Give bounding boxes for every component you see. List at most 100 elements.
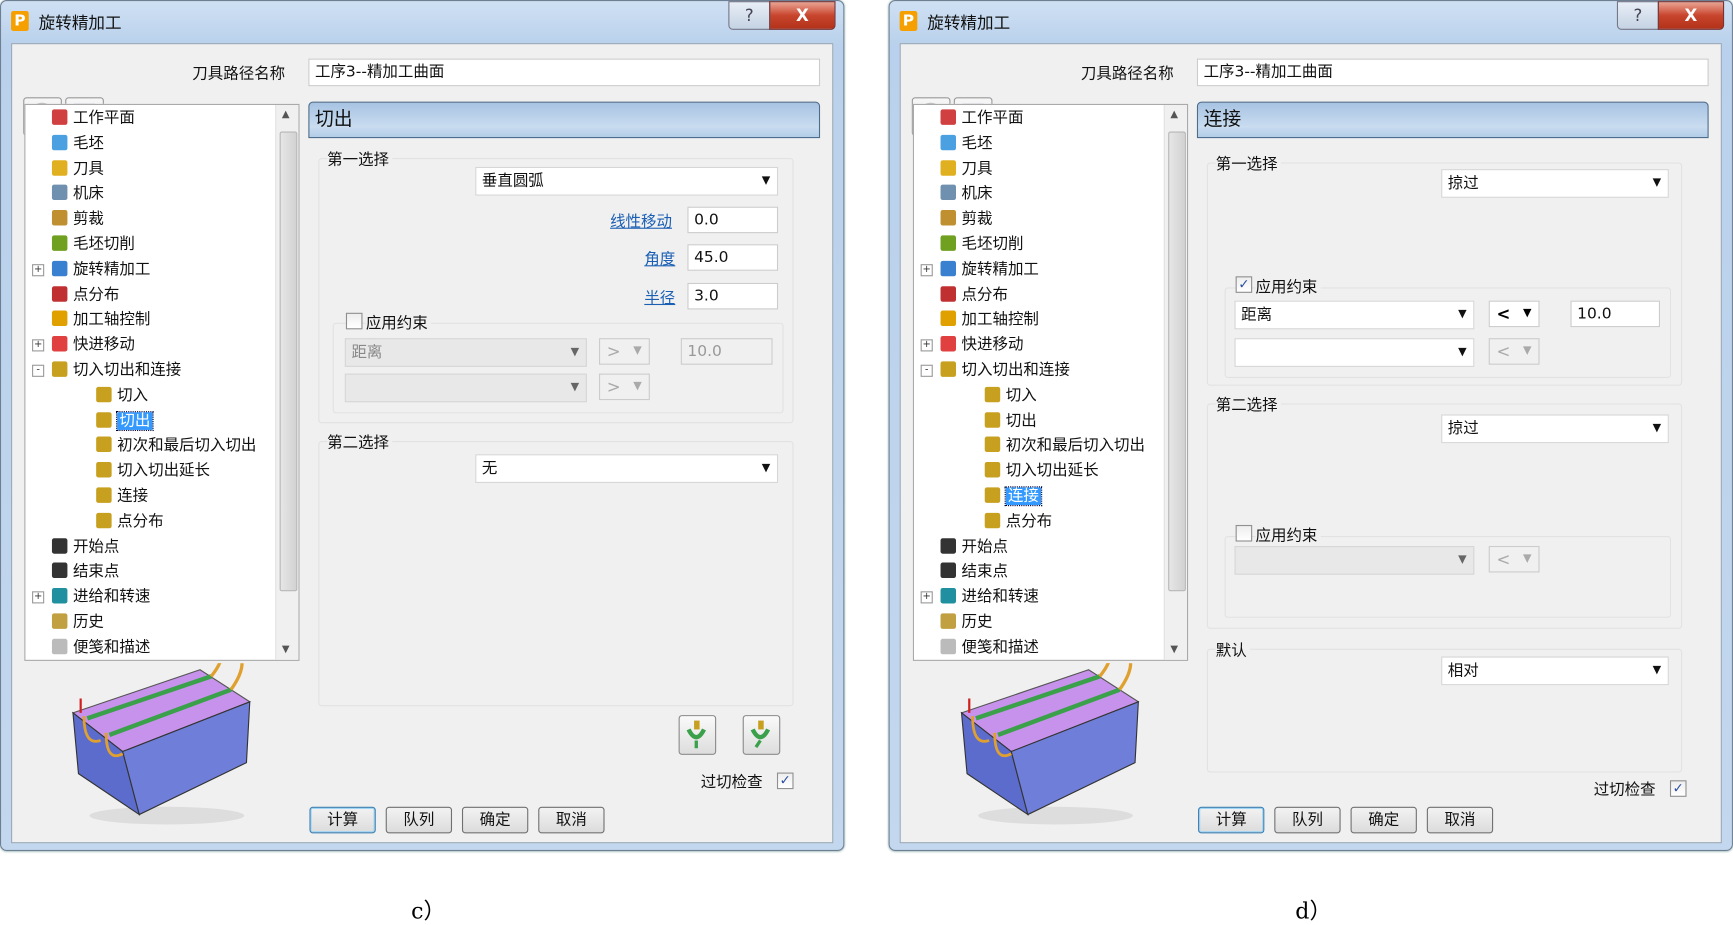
tree-scrollbar[interactable]: ▲ ▼ (1164, 105, 1187, 660)
constraint-type-2-select[interactable]: ▼ (1235, 338, 1475, 367)
tree-item[interactable]: 毛坯 (52, 132, 104, 154)
tree-item[interactable]: 点分布 (52, 284, 119, 306)
tree-item[interactable]: 切入 (96, 384, 148, 406)
tree-item[interactable]: 快进移动 (52, 334, 135, 356)
tree-item[interactable]: 刀具 (941, 158, 993, 180)
cancel-button[interactable]: 取消 (1427, 807, 1493, 834)
first-choice-select[interactable]: 掠过 ▼ (1441, 169, 1669, 198)
scroll-up-icon[interactable]: ▲ (282, 109, 290, 120)
calculate-button[interactable]: 计算 (309, 807, 375, 834)
cancel-button[interactable]: 取消 (538, 807, 604, 834)
expand-toggle-icon[interactable]: + (921, 591, 933, 603)
copy-to-lead-in-button[interactable] (679, 715, 717, 755)
tree-item[interactable]: 连接 (96, 485, 148, 507)
tree-item[interactable]: 快进移动 (941, 334, 1024, 356)
tree-item[interactable]: 切出 (96, 410, 152, 432)
constraint-type-select[interactable]: 距离 ▼ (345, 338, 587, 367)
tree-item[interactable]: 进给和转速 (941, 586, 1039, 608)
tree-item[interactable]: 机床 (941, 183, 993, 205)
help-button[interactable]: ? (1617, 1, 1659, 30)
tree-item[interactable]: 切入切出和连接 (52, 359, 181, 381)
expand-toggle-icon[interactable]: - (921, 365, 933, 377)
constraint-value-input[interactable]: 10.0 (1570, 301, 1660, 328)
constraint-type-2-select[interactable]: ▼ (345, 374, 587, 403)
tree-item[interactable]: 初次和最后切入切出 (985, 435, 1145, 457)
tree-item[interactable]: 历史 (52, 611, 104, 633)
tree-item[interactable]: 毛坯 (941, 132, 993, 154)
constraint-operator-select[interactable]: > ▼ (599, 338, 650, 365)
scroll-up-icon[interactable]: ▲ (1170, 109, 1178, 120)
close-button[interactable]: X (769, 1, 835, 30)
close-button[interactable]: X (1658, 1, 1724, 30)
first-choice-select[interactable]: 垂直圆弧 ▼ (475, 167, 778, 196)
constraint-value-input[interactable]: 10.0 (681, 338, 773, 365)
angle-input[interactable]: 45.0 (687, 244, 778, 271)
constraint-operator-2-select[interactable]: < ▼ (1489, 338, 1540, 365)
tree-item[interactable]: 剪裁 (52, 208, 104, 230)
help-button[interactable]: ? (728, 1, 770, 30)
tree-item[interactable]: 切入切出和连接 (941, 359, 1070, 381)
constraint-operator-select[interactable]: < ▼ (1489, 301, 1540, 328)
ok-button[interactable]: 确定 (1351, 807, 1417, 834)
tree-item[interactable]: 初次和最后切入切出 (96, 435, 256, 457)
queue-button[interactable]: 队列 (386, 807, 452, 834)
linear-move-input[interactable]: 0.0 (687, 207, 778, 234)
tree-item[interactable]: 旋转精加工 (52, 258, 150, 280)
second-constraint-type-select[interactable]: ▼ (1235, 546, 1475, 575)
tree-item[interactable]: 点分布 (985, 510, 1052, 532)
scroll-down-icon[interactable]: ▼ (1170, 644, 1178, 655)
radius-input[interactable]: 3.0 (687, 283, 778, 310)
linear-move-link[interactable]: 线性移动 (610, 210, 672, 232)
second-constraint-operator-select[interactable]: < ▼ (1489, 546, 1540, 573)
gouge-check-checkbox[interactable]: ✓ (777, 773, 794, 790)
angle-link[interactable]: 角度 (644, 248, 675, 270)
tree-item[interactable]: 毛坯切削 (52, 233, 135, 255)
tree-item[interactable]: 工作平面 (941, 107, 1024, 129)
scroll-thumb[interactable] (1168, 132, 1186, 592)
tree-item[interactable]: 机床 (52, 183, 104, 205)
tree-scrollbar[interactable]: ▲ ▼ (275, 105, 298, 660)
gouge-check-checkbox[interactable]: ✓ (1670, 780, 1687, 797)
queue-button[interactable]: 队列 (1274, 807, 1340, 834)
tree-item[interactable]: 毛坯切削 (941, 233, 1024, 255)
copy-to-lead-out-button[interactable] (743, 715, 781, 755)
tree-item[interactable]: 切入 (985, 384, 1037, 406)
tree-item[interactable]: 点分布 (96, 510, 163, 532)
tree-item[interactable]: 剪裁 (941, 208, 993, 230)
expand-toggle-icon[interactable]: + (32, 591, 44, 603)
second-choice-select[interactable]: 掠过 ▼ (1441, 414, 1669, 443)
tree-item[interactable]: 点分布 (941, 284, 1008, 306)
apply-constraint-checkbox[interactable] (346, 313, 363, 330)
expand-toggle-icon[interactable]: + (921, 340, 933, 352)
default-select[interactable]: 相对 ▼ (1441, 656, 1669, 685)
tree-item[interactable]: 连接 (985, 485, 1041, 507)
second-apply-constraint-checkbox[interactable] (1236, 525, 1253, 542)
constraint-type-select[interactable]: 距离 ▼ (1235, 301, 1475, 330)
tree-item[interactable]: 开始点 (941, 536, 1008, 558)
tree-item[interactable]: 切入切出延长 (96, 460, 210, 482)
tree-item[interactable]: 历史 (941, 611, 993, 633)
expand-toggle-icon[interactable]: - (32, 365, 44, 377)
tree-item[interactable]: 开始点 (52, 536, 119, 558)
scroll-down-icon[interactable]: ▼ (282, 644, 290, 655)
ok-button[interactable]: 确定 (462, 807, 528, 834)
tree-item[interactable]: 工作平面 (52, 107, 135, 129)
toolpath-name-input[interactable]: 工序3--精加工曲面 (1197, 59, 1709, 87)
tree-item[interactable]: 结束点 (52, 561, 119, 583)
second-choice-select[interactable]: 无 ▼ (475, 454, 778, 483)
tree-item[interactable]: 结束点 (941, 561, 1008, 583)
tree-item[interactable]: 刀具 (52, 158, 104, 180)
tree-item[interactable]: 旋转精加工 (941, 258, 1039, 280)
tree-item[interactable]: 进给和转速 (52, 586, 150, 608)
toolpath-name-input[interactable]: 工序3--精加工曲面 (308, 59, 820, 87)
calculate-button[interactable]: 计算 (1198, 807, 1264, 834)
tree-item[interactable]: 切入切出延长 (985, 460, 1099, 482)
tree-item[interactable]: 便笺和描述 (52, 636, 150, 658)
radius-link[interactable]: 半径 (644, 286, 675, 308)
tree-item[interactable]: 加工轴控制 (941, 309, 1039, 331)
expand-toggle-icon[interactable]: + (32, 264, 44, 276)
tree-item[interactable]: 切出 (985, 410, 1037, 432)
apply-constraint-checkbox[interactable]: ✓ (1236, 276, 1253, 293)
tree-item[interactable]: 便笺和描述 (941, 636, 1039, 658)
expand-toggle-icon[interactable]: + (921, 264, 933, 276)
